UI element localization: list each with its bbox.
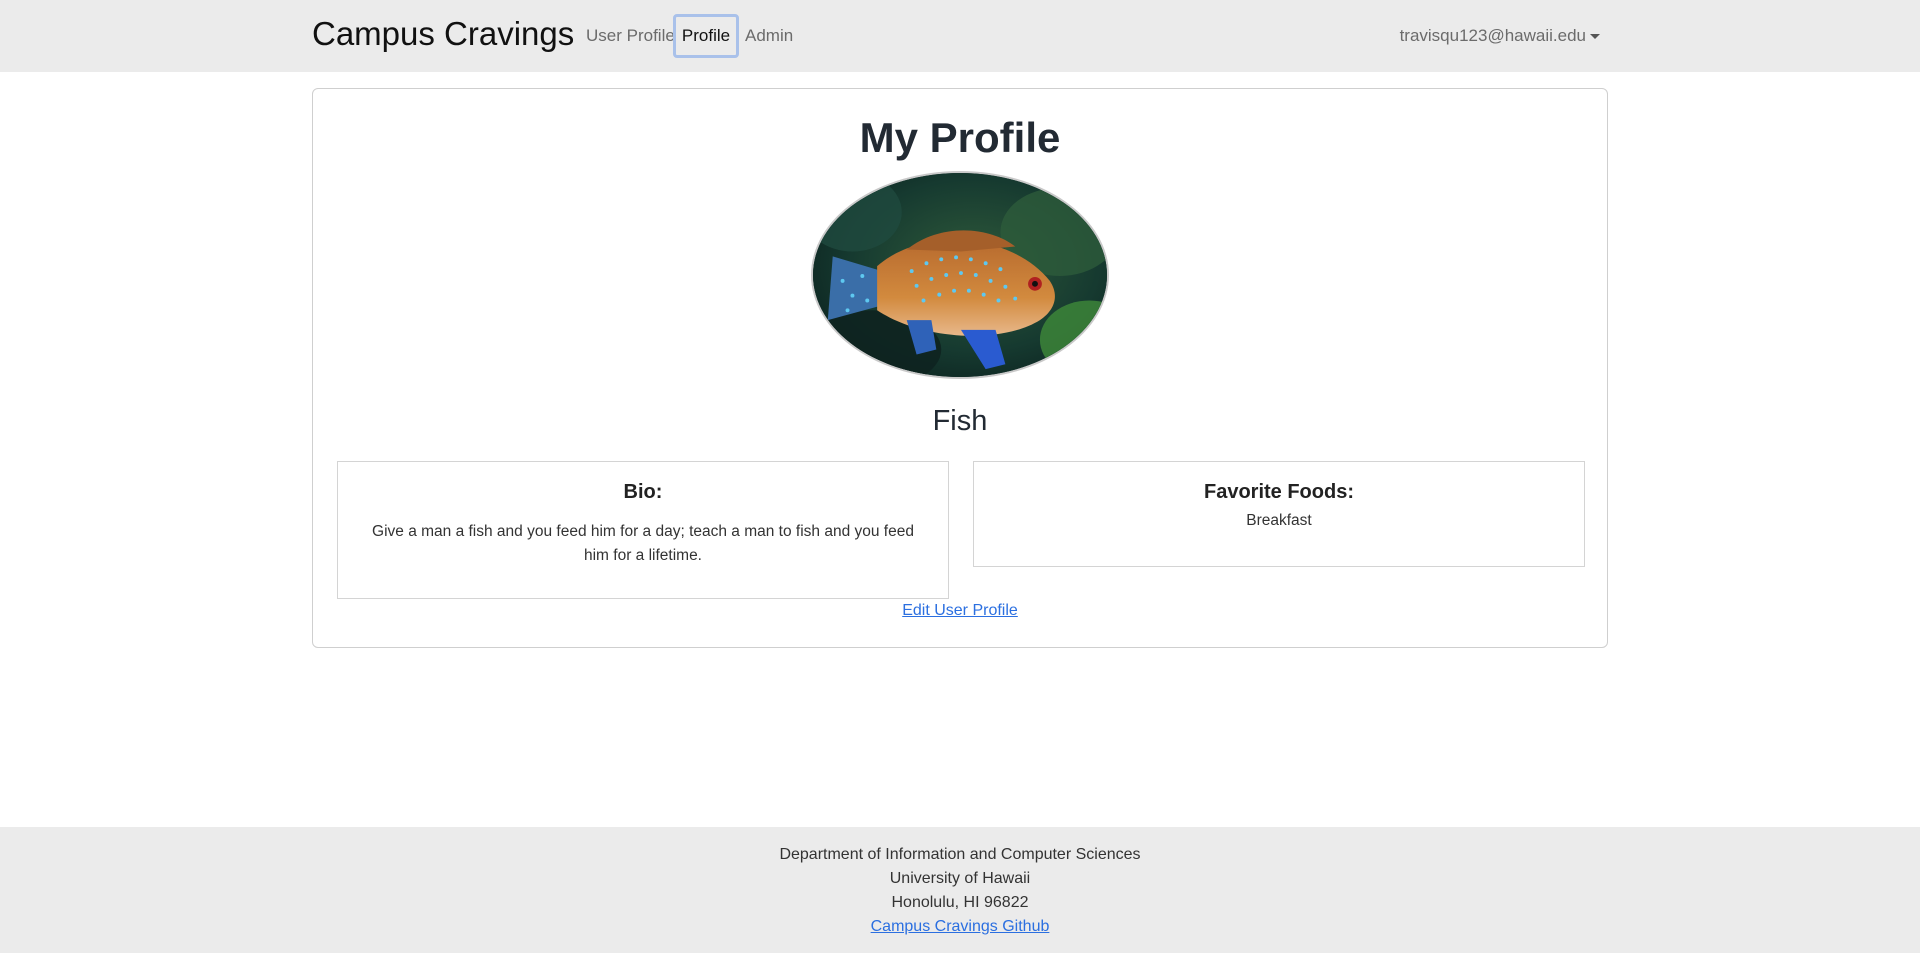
user-email: travisqu123@hawaii.edu [1399,26,1586,45]
favorite-foods-heading: Favorite Foods: [1203,481,1354,503]
nav-admin[interactable]: Admin [745,14,793,58]
footer-department: Department of Information and Computer S… [779,846,1141,863]
page-title: My Profile [859,114,1061,161]
footer-address: Honolulu, HI 96822 [891,894,1029,911]
github-link[interactable]: Campus Cravings Github [871,918,1050,935]
avatar [811,171,1109,379]
navbar: Campus Cravings User Profile Profile Adm… [0,0,1920,72]
favorite-foods-text: Breakfast [1246,512,1312,529]
user-dropdown[interactable]: travisqu123@hawaii.edu [1400,14,1600,58]
nav-user-profile[interactable]: User Profile [586,14,675,58]
edit-user-profile-link[interactable]: Edit User Profile [313,600,1607,622]
fish-photo-icon [813,173,1107,377]
footer: Department of Information and Computer S… [0,827,1920,953]
brand-logo[interactable]: Campus Cravings [312,12,574,56]
bio-text: Give a man a fish and you feed him for a… [372,523,914,564]
favorite-foods-box: Favorite Foods: Breakfast [973,461,1585,567]
profile-name: Fish [932,405,988,437]
footer-university: University of Hawaii [889,870,1031,887]
nav-profile[interactable]: Profile [673,14,739,58]
caret-down-icon [1590,34,1600,40]
profile-card: My Profile Fish Bio: Give a man a fish a… [312,88,1608,648]
bio-box: Bio: Give a man a fish and you feed him … [337,461,949,599]
bio-heading: Bio: [623,481,663,503]
